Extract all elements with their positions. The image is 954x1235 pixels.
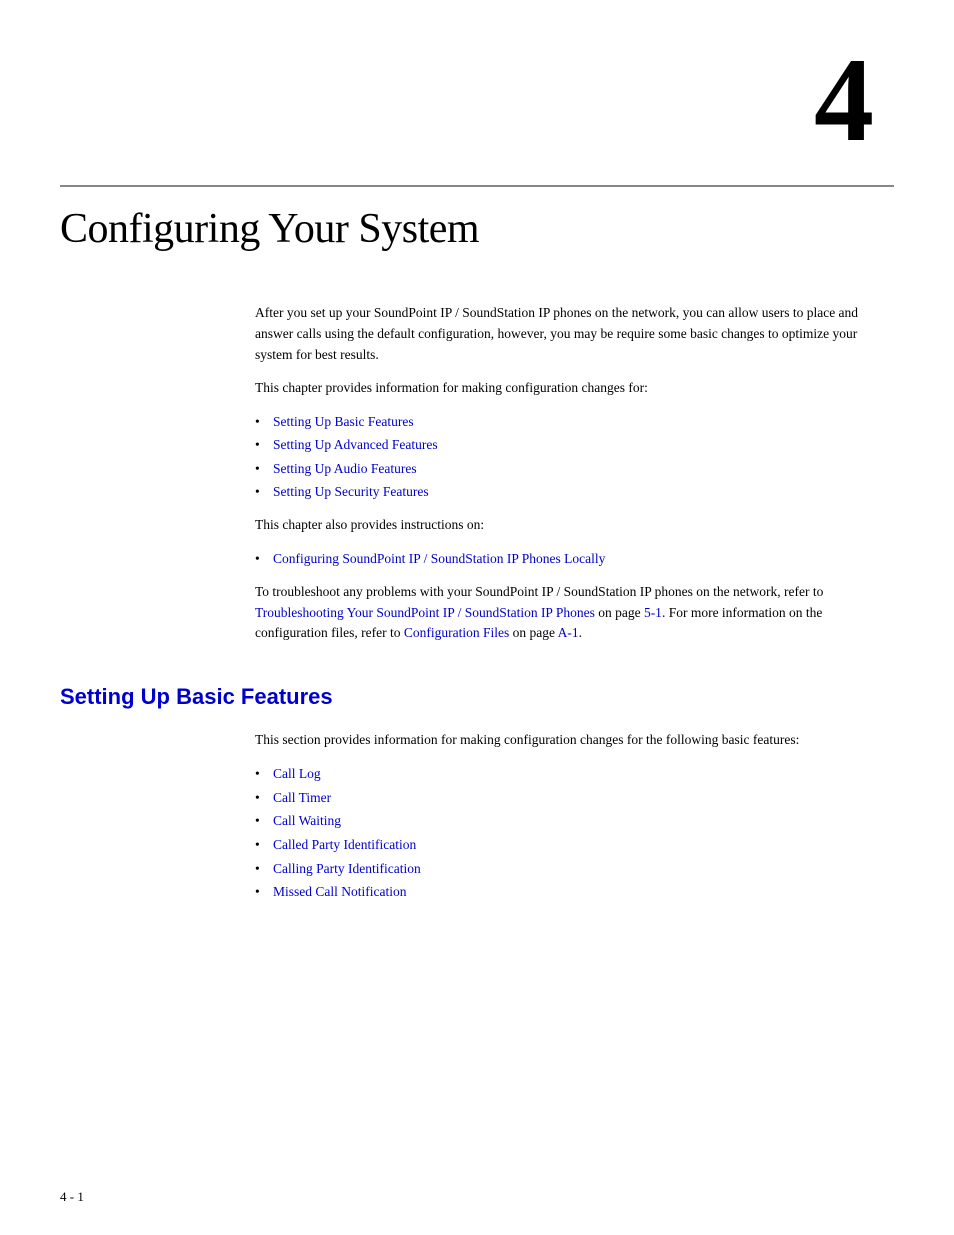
setting-up-advanced-features-link[interactable]: Setting Up Advanced Features — [273, 437, 438, 452]
page-a1-link[interactable]: A-1 — [558, 625, 579, 640]
list-item: Setting Up Advanced Features — [255, 434, 874, 456]
page5-1-link[interactable]: 5-1 — [644, 605, 662, 620]
chapter-title: Configuring Your System — [60, 205, 894, 253]
list-item: Configuring SoundPoint IP / SoundStation… — [255, 548, 874, 570]
intro-paragraph4: To troubleshoot any problems with your S… — [255, 582, 874, 645]
calling-party-identification-link[interactable]: Calling Party Identification — [273, 861, 421, 876]
call-waiting-link[interactable]: Call Waiting — [273, 813, 341, 828]
paragraph4-end: . — [579, 625, 582, 640]
intro-paragraph1: After you set up your SoundPoint IP / So… — [255, 303, 874, 366]
list-item: Setting Up Audio Features — [255, 458, 874, 480]
call-timer-link[interactable]: Call Timer — [273, 790, 331, 805]
page-container: 4 Configuring Your System After you set … — [0, 0, 954, 1235]
list-item: Missed Call Notification — [255, 881, 874, 903]
list-item: Setting Up Security Features — [255, 481, 874, 503]
setting-up-basic-features-link[interactable]: Setting Up Basic Features — [273, 414, 414, 429]
list-item: Call Waiting — [255, 810, 874, 832]
list-item: Call Timer — [255, 787, 874, 809]
call-log-link[interactable]: Call Log — [273, 766, 321, 781]
chapter-number: 4 — [814, 40, 874, 160]
intro-paragraph2: This chapter provides information for ma… — [255, 378, 874, 399]
basic-features-heading: Setting Up Basic Features — [60, 684, 894, 710]
main-content: Configuring Your System After you set up… — [60, 205, 894, 915]
missed-call-notification-link[interactable]: Missed Call Notification — [273, 884, 406, 899]
paragraph4-mid3: on page — [509, 625, 557, 640]
intro-section: After you set up your SoundPoint IP / So… — [255, 303, 874, 644]
intro-paragraph3: This chapter also provides instructions … — [255, 515, 874, 536]
configuring-soundpoint-link[interactable]: Configuring SoundPoint IP / SoundStation… — [273, 551, 605, 566]
called-party-identification-link[interactable]: Called Party Identification — [273, 837, 416, 852]
intro-bullet-list2: Configuring SoundPoint IP / SoundStation… — [255, 548, 874, 570]
page-number: 4 - 1 — [60, 1189, 84, 1204]
paragraph4-start: To troubleshoot any problems with your S… — [255, 584, 823, 599]
troubleshooting-link[interactable]: Troubleshooting Your SoundPoint IP / Sou… — [255, 605, 595, 620]
list-item: Setting Up Basic Features — [255, 411, 874, 433]
list-item: Called Party Identification — [255, 834, 874, 856]
basic-features-bullet-list: Call Log Call Timer Call Waiting Called … — [255, 763, 874, 903]
basic-features-section: Setting Up Basic Features This section p… — [60, 684, 894, 902]
top-rule — [60, 185, 894, 187]
list-item: Calling Party Identification — [255, 858, 874, 880]
setting-up-security-features-link[interactable]: Setting Up Security Features — [273, 484, 429, 499]
config-files-link[interactable]: Configuration Files — [404, 625, 509, 640]
setting-up-audio-features-link[interactable]: Setting Up Audio Features — [273, 461, 417, 476]
paragraph4-mid: on page — [595, 605, 644, 620]
page-footer: 4 - 1 — [60, 1189, 84, 1205]
list-item: Call Log — [255, 763, 874, 785]
intro-bullet-list1: Setting Up Basic Features Setting Up Adv… — [255, 411, 874, 503]
basic-features-paragraph1: This section provides information for ma… — [255, 730, 874, 751]
basic-features-body: This section provides information for ma… — [255, 730, 874, 902]
